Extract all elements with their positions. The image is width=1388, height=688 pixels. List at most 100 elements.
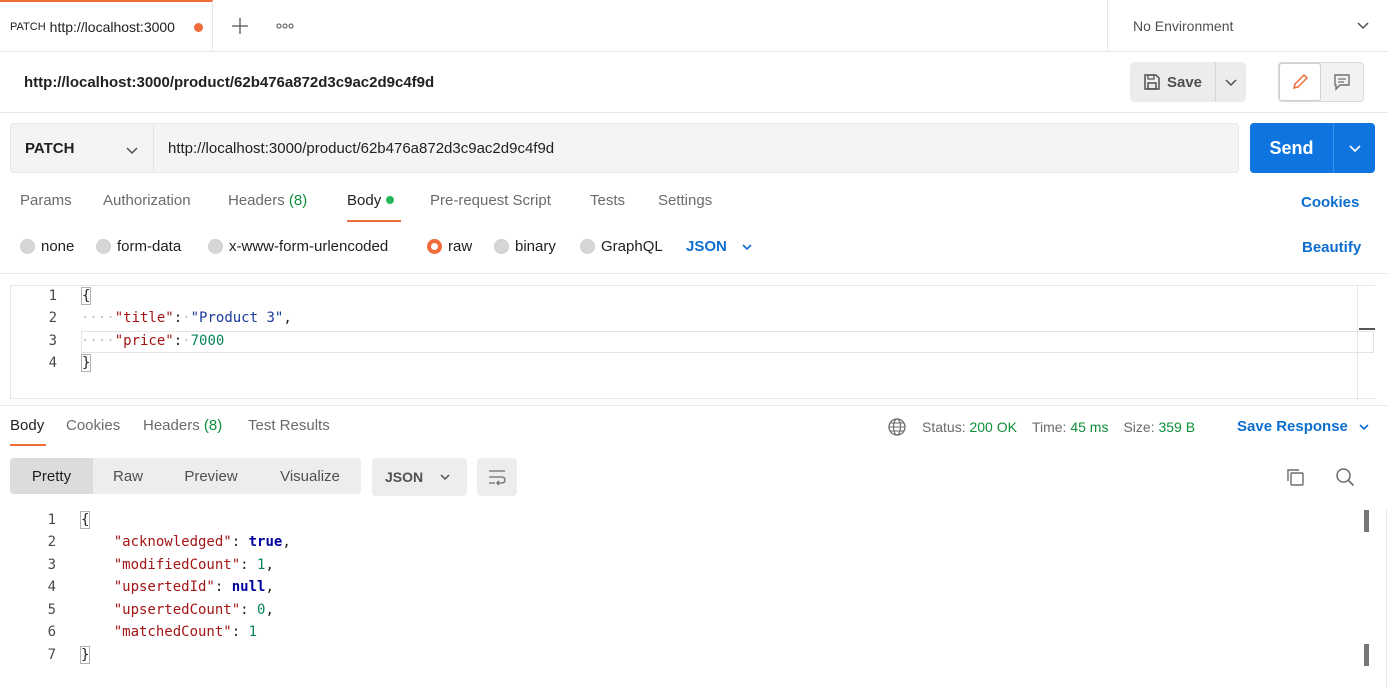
body-format-label: JSON [686,238,727,255]
view-raw[interactable]: Raw [93,458,163,494]
line-number: 7 [47,647,56,663]
search-icon[interactable] [1335,467,1355,487]
radio-form-data[interactable]: form-data [96,238,181,255]
time-label: Time: [1031,419,1067,435]
cookies-link[interactable]: Cookies [1301,194,1359,211]
code-line: 3 ····"price":·7000 [11,331,1375,353]
time-value[interactable]: 45 ms [1070,419,1108,435]
radio-urlencoded[interactable]: x-www-form-urlencoded [208,238,388,255]
code-line: 6 "matchedCount": 1 [10,622,1375,644]
line-number: 4 [48,355,57,371]
new-tab-button[interactable] [213,0,267,51]
wrap-lines-icon [489,470,506,486]
body-format-select[interactable]: JSON [686,238,753,255]
tab-authorization[interactable]: Authorization [103,192,191,209]
request-tab-method: PATCH [10,21,46,33]
radio-urlencoded-label: x-www-form-urlencoded [229,238,389,255]
radio-none[interactable]: none [20,238,74,255]
save-response-button[interactable]: Save Response [1237,418,1370,435]
json-value: null [231,579,266,595]
unsaved-dot-icon [193,22,203,32]
save-icon [1144,74,1160,90]
radio-raw[interactable]: raw [427,238,472,255]
plus-icon [232,17,248,34]
chevron-down-icon [1359,423,1369,430]
more-tabs-button[interactable] [267,0,303,51]
request-tab[interactable]: PATCH http://localhost:3000 [0,0,213,52]
json-key: "upsertedCount" [113,602,241,618]
globe-icon[interactable] [887,417,907,437]
resp-headers-count: (8) [203,417,223,434]
radio-circle-icon [96,239,111,254]
send-button[interactable]: Send [1250,123,1334,173]
save-label: Save [1166,73,1203,91]
comments-button[interactable] [1321,63,1363,101]
code-line: 2 "acknowledged": true, [10,532,1375,554]
scrollbar-thumb[interactable] [1364,510,1369,532]
code-brace: } [81,354,92,372]
json-value: true [248,534,283,550]
request-header: http://localhost:3000/product/62b476a872… [0,52,1388,113]
view-pretty[interactable]: Pretty [10,458,93,494]
tab-params[interactable]: Params [20,192,72,209]
radio-binary[interactable]: binary [494,238,556,255]
status-label: Status: [922,419,966,435]
code-line: 1 { [10,510,1375,532]
json-key: "title" [114,310,174,326]
active-tab-indicator [347,220,401,222]
send-options-button[interactable] [1334,123,1375,173]
resp-tab-headers[interactable]: Headers (8) [143,417,222,434]
environment-select[interactable]: No Environment [1107,0,1388,52]
save-button[interactable]: Save [1130,62,1216,102]
radio-selected-icon [427,239,442,254]
response-format-select[interactable]: JSON [372,458,467,496]
code-line: 2 ····"title":·"Product 3", [11,308,1375,330]
editor-scrollbar[interactable] [1357,286,1375,400]
resp-tab-body[interactable]: Body [10,417,44,434]
wrap-lines-button[interactable] [477,458,517,496]
line-number: 1 [47,512,56,528]
radio-graphql[interactable]: GraphQL [580,238,663,255]
json-key: "price" [114,333,174,349]
method-select[interactable]: PATCH [10,123,154,173]
code-line: 4 } [11,353,1375,375]
tab-body[interactable]: Body [347,192,395,209]
json-key: "modifiedCount" [113,557,241,573]
request-tab-title: http://localhost:3000 [49,19,175,35]
code-brace: } [80,646,91,664]
tab-tests[interactable]: Tests [590,192,625,209]
more-icon [276,22,294,29]
json-value: 1 [257,557,266,573]
radio-form-data-label: form-data [117,238,182,255]
tab-settings[interactable]: Settings [658,192,712,209]
view-preview[interactable]: Preview [163,458,259,494]
mode-toggle [1278,62,1364,102]
request-title[interactable]: http://localhost:3000/product/62b476a872… [24,74,434,91]
environment-label: No Environment [1133,18,1234,34]
size-value[interactable]: 359 B [1158,419,1195,435]
response-body-viewer[interactable]: 1 { 2 "acknowledged": true, 3 "modifiedC… [10,510,1387,688]
size-label: Size: [1123,419,1155,435]
tab-prerequest-script[interactable]: Pre-request Script [430,192,551,209]
code-line: 1 { [11,286,1375,308]
code-brace: { [81,287,92,305]
chevron-down-icon [126,147,138,155]
url-input[interactable] [154,123,1239,173]
scrollbar-thumb[interactable] [1364,644,1369,666]
tab-headers-label: Headers [228,192,285,209]
save-options-button[interactable] [1216,62,1246,102]
response-view-group: Pretty Raw Preview Visualize [10,458,361,494]
radio-circle-icon [580,239,595,254]
pencil-icon [1292,73,1309,90]
resp-tab-test-results[interactable]: Test Results [248,417,330,434]
edit-mode-button[interactable] [1279,63,1322,101]
resp-tab-cookies[interactable]: Cookies [66,417,120,434]
line-number: 3 [48,333,57,349]
copy-icon[interactable] [1285,467,1305,487]
radio-circle-icon [494,239,509,254]
tab-headers[interactable]: Headers (8) [228,192,307,209]
beautify-link[interactable]: Beautify [1302,239,1361,256]
request-body-editor[interactable]: 1 { 2 ····"title":·"Product 3", 3 ····"p… [10,285,1375,400]
status-value[interactable]: 200 OK [969,419,1016,435]
view-visualize[interactable]: Visualize [259,458,361,494]
